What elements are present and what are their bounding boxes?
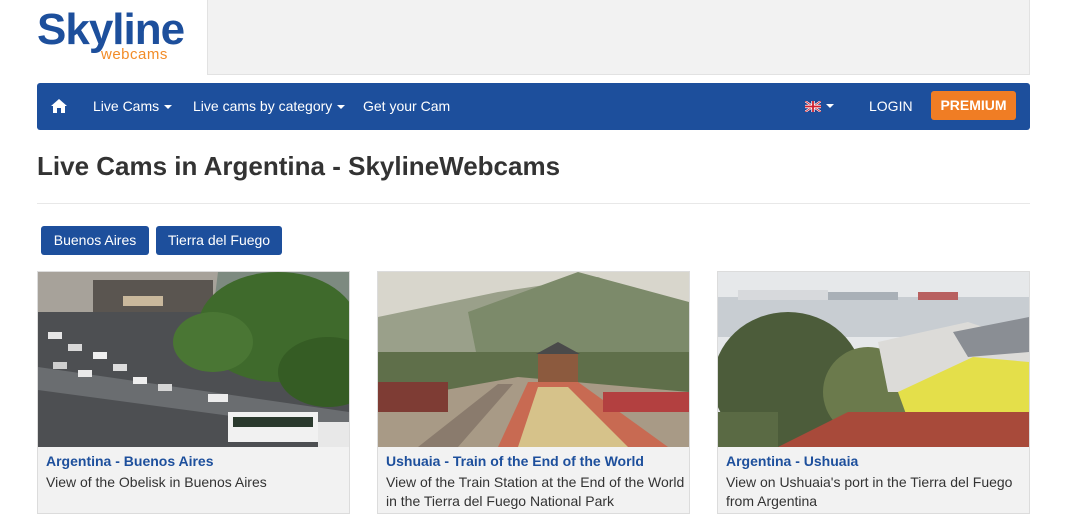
ad-banner: [207, 0, 1030, 75]
cam-title[interactable]: Argentina - Buenos Aires: [46, 453, 214, 469]
main-navbar: Live Cams Live cams by category Get your…: [37, 83, 1030, 130]
home-icon: [51, 99, 67, 113]
cam-card[interactable]: Ushuaia - Train of the End of the World …: [377, 271, 690, 514]
cam-title[interactable]: Argentina - Ushuaia: [726, 453, 858, 469]
uk-flag-icon: [805, 101, 821, 112]
divider: [37, 203, 1030, 204]
nav-get-cam-label: Get your Cam: [363, 98, 451, 114]
cam-thumbnail[interactable]: [378, 272, 689, 447]
logo-sub: webcams: [101, 46, 168, 63]
cam-card[interactable]: Argentina - Buenos Aires View of the Obe…: [37, 271, 350, 514]
cam-thumbnail[interactable]: [38, 272, 349, 447]
language-selector[interactable]: [805, 83, 837, 130]
cam-title[interactable]: Ushuaia - Train of the End of the World: [386, 453, 644, 469]
region-button-tierra-del-fuego[interactable]: Tierra del Fuego: [156, 226, 282, 255]
cam-description: View of the Obelisk in Buenos Aires: [46, 474, 267, 490]
region-button-buenos-aires[interactable]: Buenos Aires: [41, 226, 149, 255]
cam-thumbnail[interactable]: [718, 272, 1029, 447]
cam-card[interactable]: Argentina - Ushuaia View on Ushuaia's po…: [717, 271, 1030, 514]
cam-description: View of the Train Station at the End of …: [386, 474, 685, 509]
caret-down-icon: [826, 104, 834, 108]
site-logo[interactable]: Skyline webcams: [37, 8, 197, 68]
page-title: Live Cams in Argentina - SkylineWebcams: [37, 151, 561, 181]
login-link[interactable]: LOGIN: [869, 83, 913, 130]
nav-live-cams-label: Live Cams: [93, 98, 160, 114]
cam-description: View on Ushuaia's port in the Tierra del…: [726, 474, 1013, 509]
caret-down-icon: [164, 105, 173, 110]
nav-by-category[interactable]: Live cams by category: [193, 83, 346, 130]
premium-button[interactable]: PREMIUM: [931, 91, 1016, 120]
nav-live-cams[interactable]: Live Cams: [93, 83, 173, 130]
nav-by-category-label: Live cams by category: [193, 98, 333, 114]
caret-down-icon: [337, 105, 346, 110]
nav-get-cam[interactable]: Get your Cam: [363, 83, 450, 130]
home-link[interactable]: [50, 83, 70, 130]
login-label: LOGIN: [869, 98, 913, 114]
